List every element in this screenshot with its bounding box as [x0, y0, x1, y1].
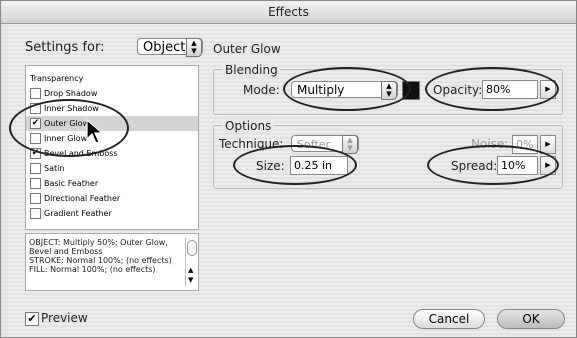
list-item-label: Basic Feather	[44, 179, 99, 188]
list-item-directional-feather[interactable]: Directional Feather	[26, 191, 198, 206]
summary-scrollbar[interactable]: ▲ ▼	[185, 238, 197, 286]
list-item-satin[interactable]: Satin	[26, 161, 198, 176]
window-title: Effects	[1, 1, 576, 24]
list-item-label: Gradient Feather	[44, 209, 112, 218]
list-item-basic-feather[interactable]: Basic Feather	[26, 176, 198, 191]
checkbox[interactable]	[30, 178, 41, 189]
highlight-oval	[9, 99, 129, 157]
mode-label: Mode:	[243, 83, 280, 97]
checkbox[interactable]	[30, 88, 41, 99]
scroll-down-icon[interactable]: ▼	[188, 276, 193, 284]
chevron-updown-icon: ▲ ▼	[186, 38, 202, 57]
cursor-arrow-icon	[86, 119, 104, 144]
chevron-updown-icon: ▲ ▼	[342, 135, 358, 154]
list-item-gradient-feather[interactable]: Gradient Feather	[26, 206, 198, 221]
highlight-oval	[425, 67, 559, 111]
settings-for-label: Settings for:	[25, 40, 105, 55]
list-item-label: Satin	[44, 164, 65, 173]
summary-text: OBJECT: Multiply 50%; Outer Glow, Bevel …	[29, 238, 172, 274]
preview-label: Preview	[41, 311, 88, 325]
checkbox[interactable]	[30, 193, 41, 204]
list-item-drop-shadow[interactable]: Drop Shadow	[26, 86, 198, 101]
checkbox[interactable]	[30, 163, 41, 174]
panel-title: Outer Glow	[213, 42, 281, 56]
highlight-oval	[233, 145, 357, 185]
list-item-label: Directional Feather	[44, 194, 121, 203]
ok-button[interactable]: OK	[497, 309, 565, 329]
effects-dialog: Effects Settings for: Object ▲ ▼ Transpar…	[0, 0, 577, 338]
options-legend: Options	[223, 119, 274, 133]
cancel-button[interactable]: Cancel	[413, 309, 485, 329]
list-header: Transparency	[30, 74, 84, 83]
settings-for-value: Object	[143, 40, 186, 55]
highlight-oval	[283, 67, 411, 111]
summary-box: OBJECT: Multiply 50%; Outer Glow, Bevel …	[25, 233, 199, 291]
highlight-oval	[427, 145, 559, 185]
preview-checkbox[interactable]: ✔	[25, 312, 39, 326]
checkbox[interactable]	[30, 208, 41, 219]
settings-for-select[interactable]: Object ▲ ▼	[137, 38, 203, 57]
scroll-up-icon[interactable]: ▲	[188, 266, 193, 274]
blending-legend: Blending	[223, 63, 280, 77]
